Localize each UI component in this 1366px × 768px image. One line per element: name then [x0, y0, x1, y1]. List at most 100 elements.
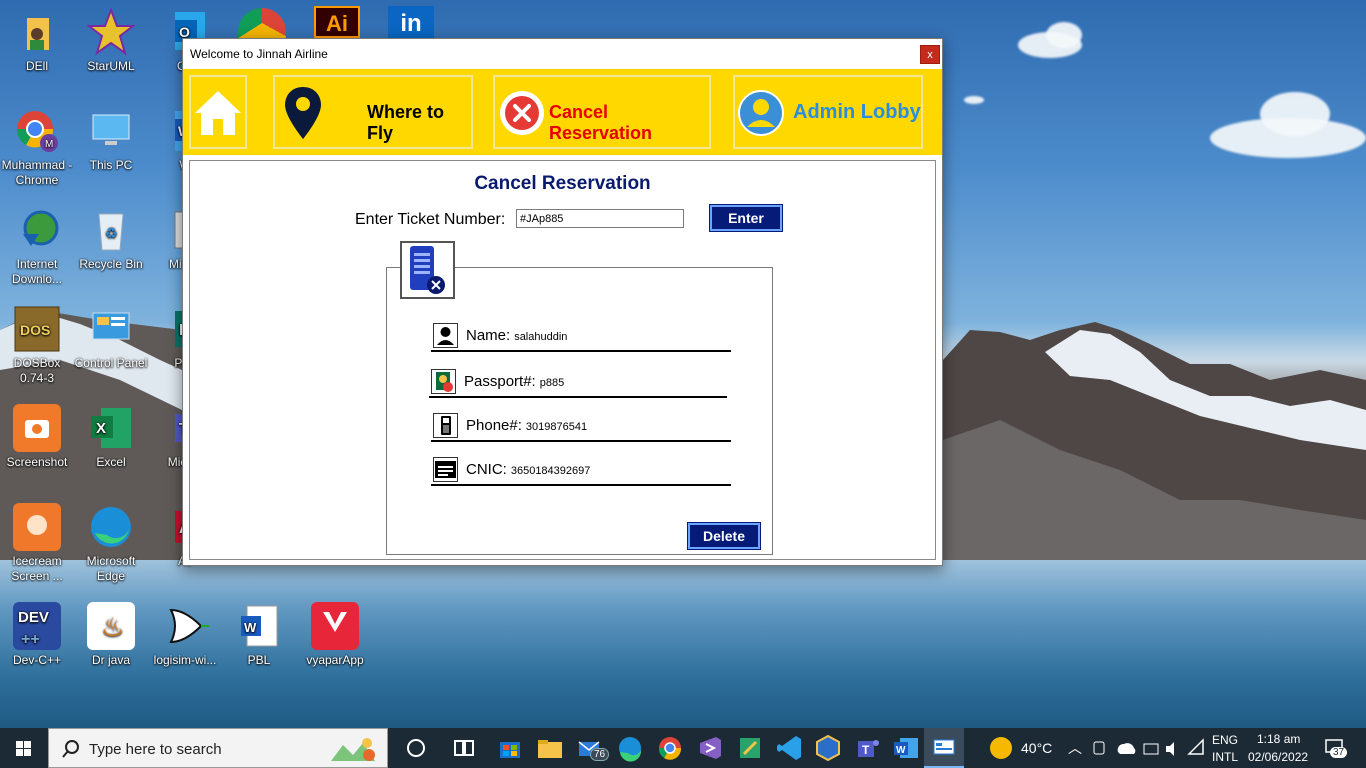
title-bar[interactable]: Welcome to Jinnah Airline x	[183, 39, 942, 69]
desktop-icon-icecream[interactable]: Icecream Screen ...	[0, 503, 74, 584]
chrome-profile-icon: M	[13, 107, 61, 155]
desktop-icon-label: Screenshot	[6, 455, 68, 469]
task-view-button[interactable]	[448, 732, 480, 764]
idm-icon	[13, 206, 61, 254]
desktop-icon-label: logisim-wi...	[153, 653, 217, 667]
devcpp-icon: DEV ++	[13, 602, 61, 650]
cancel-icon	[500, 91, 544, 135]
icecream-icon	[13, 503, 61, 551]
taskbar-explorer[interactable]	[534, 732, 566, 764]
id-card-icon	[433, 457, 458, 482]
taskbar-vscode[interactable]	[774, 732, 806, 764]
app-window-icon	[933, 739, 955, 755]
desktop-icon-screenshot[interactable]: Screenshot	[0, 404, 74, 470]
desktop-icon-control-panel[interactable]: Control Panel	[74, 305, 148, 371]
start-button[interactable]	[0, 728, 48, 768]
desktop-icon-excel[interactable]: X Excel	[74, 404, 148, 470]
taskbar-chrome[interactable]	[654, 732, 686, 764]
taskbar-snip[interactable]	[734, 732, 766, 764]
desktop-icon-idm[interactable]: Internet Downlo...	[0, 206, 74, 287]
desktop-icon-devcpp[interactable]: DEV ++ Dev-C++	[0, 602, 74, 668]
vyapar-icon	[311, 602, 359, 650]
taskbar-visual-studio[interactable]	[694, 732, 726, 764]
desktop-icon-vyapar[interactable]: vyaparApp	[298, 602, 372, 668]
visual-studio-icon	[700, 737, 721, 759]
desktop-icon-pbl[interactable]: W PBL	[222, 602, 296, 668]
name-value: salahuddin	[514, 331, 568, 343]
nav-bar: Where to Fly Cancel Reservation Admin Lo…	[183, 69, 942, 155]
wifi-icon[interactable]	[1187, 738, 1207, 758]
taskbar-store[interactable]	[494, 732, 526, 764]
clock-time[interactable]: 1:18 am	[1257, 732, 1300, 746]
desktop-icon-dell[interactable]: DEll	[0, 8, 74, 74]
excel-icon: X	[87, 404, 135, 452]
snip-icon	[740, 738, 760, 758]
cnic-field: CNIC: 3650184392697	[431, 456, 731, 486]
desktop-icon-label: Dev-C++	[12, 653, 62, 667]
mail-badge: 76	[590, 748, 610, 761]
chevron-up-icon[interactable]: ︿	[1068, 738, 1082, 758]
passport-icon	[431, 369, 456, 394]
logisim-icon	[161, 602, 209, 650]
desktop-icon-drjava[interactable]: ♨ Dr java	[74, 602, 148, 668]
svg-text:DOS: DOS	[20, 322, 50, 338]
clock-date[interactable]: 02/06/2022	[1248, 750, 1308, 764]
enter-button[interactable]: Enter	[709, 204, 783, 232]
app-window: Welcome to Jinnah Airline x Where to Fly…	[182, 38, 943, 566]
user-icon	[433, 323, 458, 348]
taskbar-virtualbox[interactable]	[812, 732, 844, 764]
delete-button[interactable]: Delete	[687, 522, 761, 550]
passport-value: p885	[539, 377, 565, 389]
desktop-icon-label: DEll	[25, 59, 48, 73]
java-icon: ♨	[87, 602, 135, 650]
linkedin-icon[interactable]: in	[388, 6, 434, 38]
language-bottom[interactable]: INTL	[1212, 750, 1238, 764]
taskbar-edge[interactable]	[614, 732, 646, 764]
where-to-fly-label: Where to Fly	[367, 102, 445, 143]
home-button[interactable]	[189, 75, 247, 149]
illustrator-icon[interactable]: Ai	[314, 6, 360, 38]
admin-lobby-button[interactable]: Admin Lobby	[733, 75, 923, 149]
chrome-icon	[658, 737, 682, 760]
desktop-icon-label: Internet Downlo...	[11, 257, 63, 286]
language-top[interactable]: ENG	[1212, 733, 1238, 747]
desktop-icon-label: DOSBox 0.74-3	[13, 356, 61, 385]
desktop-icon-edge[interactable]: Microsoft Edge	[74, 503, 148, 584]
ticket-number-label: Enter Ticket Number:	[355, 211, 506, 228]
desktop-icon-dosbox[interactable]: DOS DOSBox 0.74-3	[0, 305, 74, 386]
desktop-icon-staruml[interactable]: StarUML	[74, 7, 148, 74]
svg-text:W: W	[896, 745, 906, 756]
taskbar-mail[interactable]: 76	[576, 732, 610, 764]
taskbar-word[interactable]: W	[890, 732, 922, 764]
chrome-icon[interactable]	[238, 8, 286, 38]
desktop-icon-label: Recycle Bin	[79, 257, 143, 271]
ticket-number-input[interactable]	[516, 209, 684, 228]
taskbar-teams[interactable]: T	[852, 732, 884, 764]
virtualbox-icon	[816, 734, 840, 762]
close-button[interactable]: x	[920, 45, 940, 64]
weather-temp[interactable]: 40°C	[1021, 740, 1052, 756]
where-to-fly-button[interactable]: Where to Fly	[273, 75, 473, 149]
desktop-icon-this-pc[interactable]: This PC	[74, 107, 148, 173]
phone-field: Phone#: 3019876541	[431, 412, 731, 442]
desktop-icon-chrome-profile[interactable]: M Muhammad - Chrome	[0, 107, 74, 188]
desktop-icon-logisim[interactable]: logisim-wi...	[148, 602, 222, 668]
passport-label: Passport#:	[464, 373, 536, 390]
taskbar-active-app[interactable]	[924, 728, 964, 768]
desktop-icon-label: Microsoft Edge	[86, 554, 136, 583]
taskbar-search[interactable]: Type here to search	[48, 728, 388, 768]
edge-icon	[87, 503, 135, 551]
vscode-icon	[777, 736, 801, 760]
word-doc-icon: W	[235, 602, 283, 650]
ticket-phone-icon	[400, 241, 455, 299]
desktop-icon-label: Icecream Screen ...	[11, 554, 63, 583]
system-tray-icons[interactable]	[1090, 736, 1190, 760]
file-explorer-icon	[538, 740, 562, 758]
search-icon	[62, 740, 79, 758]
desktop-icon-recycle-bin[interactable]: ♻ Recycle Bin	[74, 206, 148, 272]
dosbox-icon: DOS	[13, 305, 61, 353]
weather-sun-icon[interactable]	[990, 737, 1012, 759]
cortana-button[interactable]	[400, 732, 432, 764]
cancel-reservation-tab[interactable]: Cancel Reservation	[493, 75, 711, 149]
desktop-icon-label: This PC	[89, 158, 133, 172]
